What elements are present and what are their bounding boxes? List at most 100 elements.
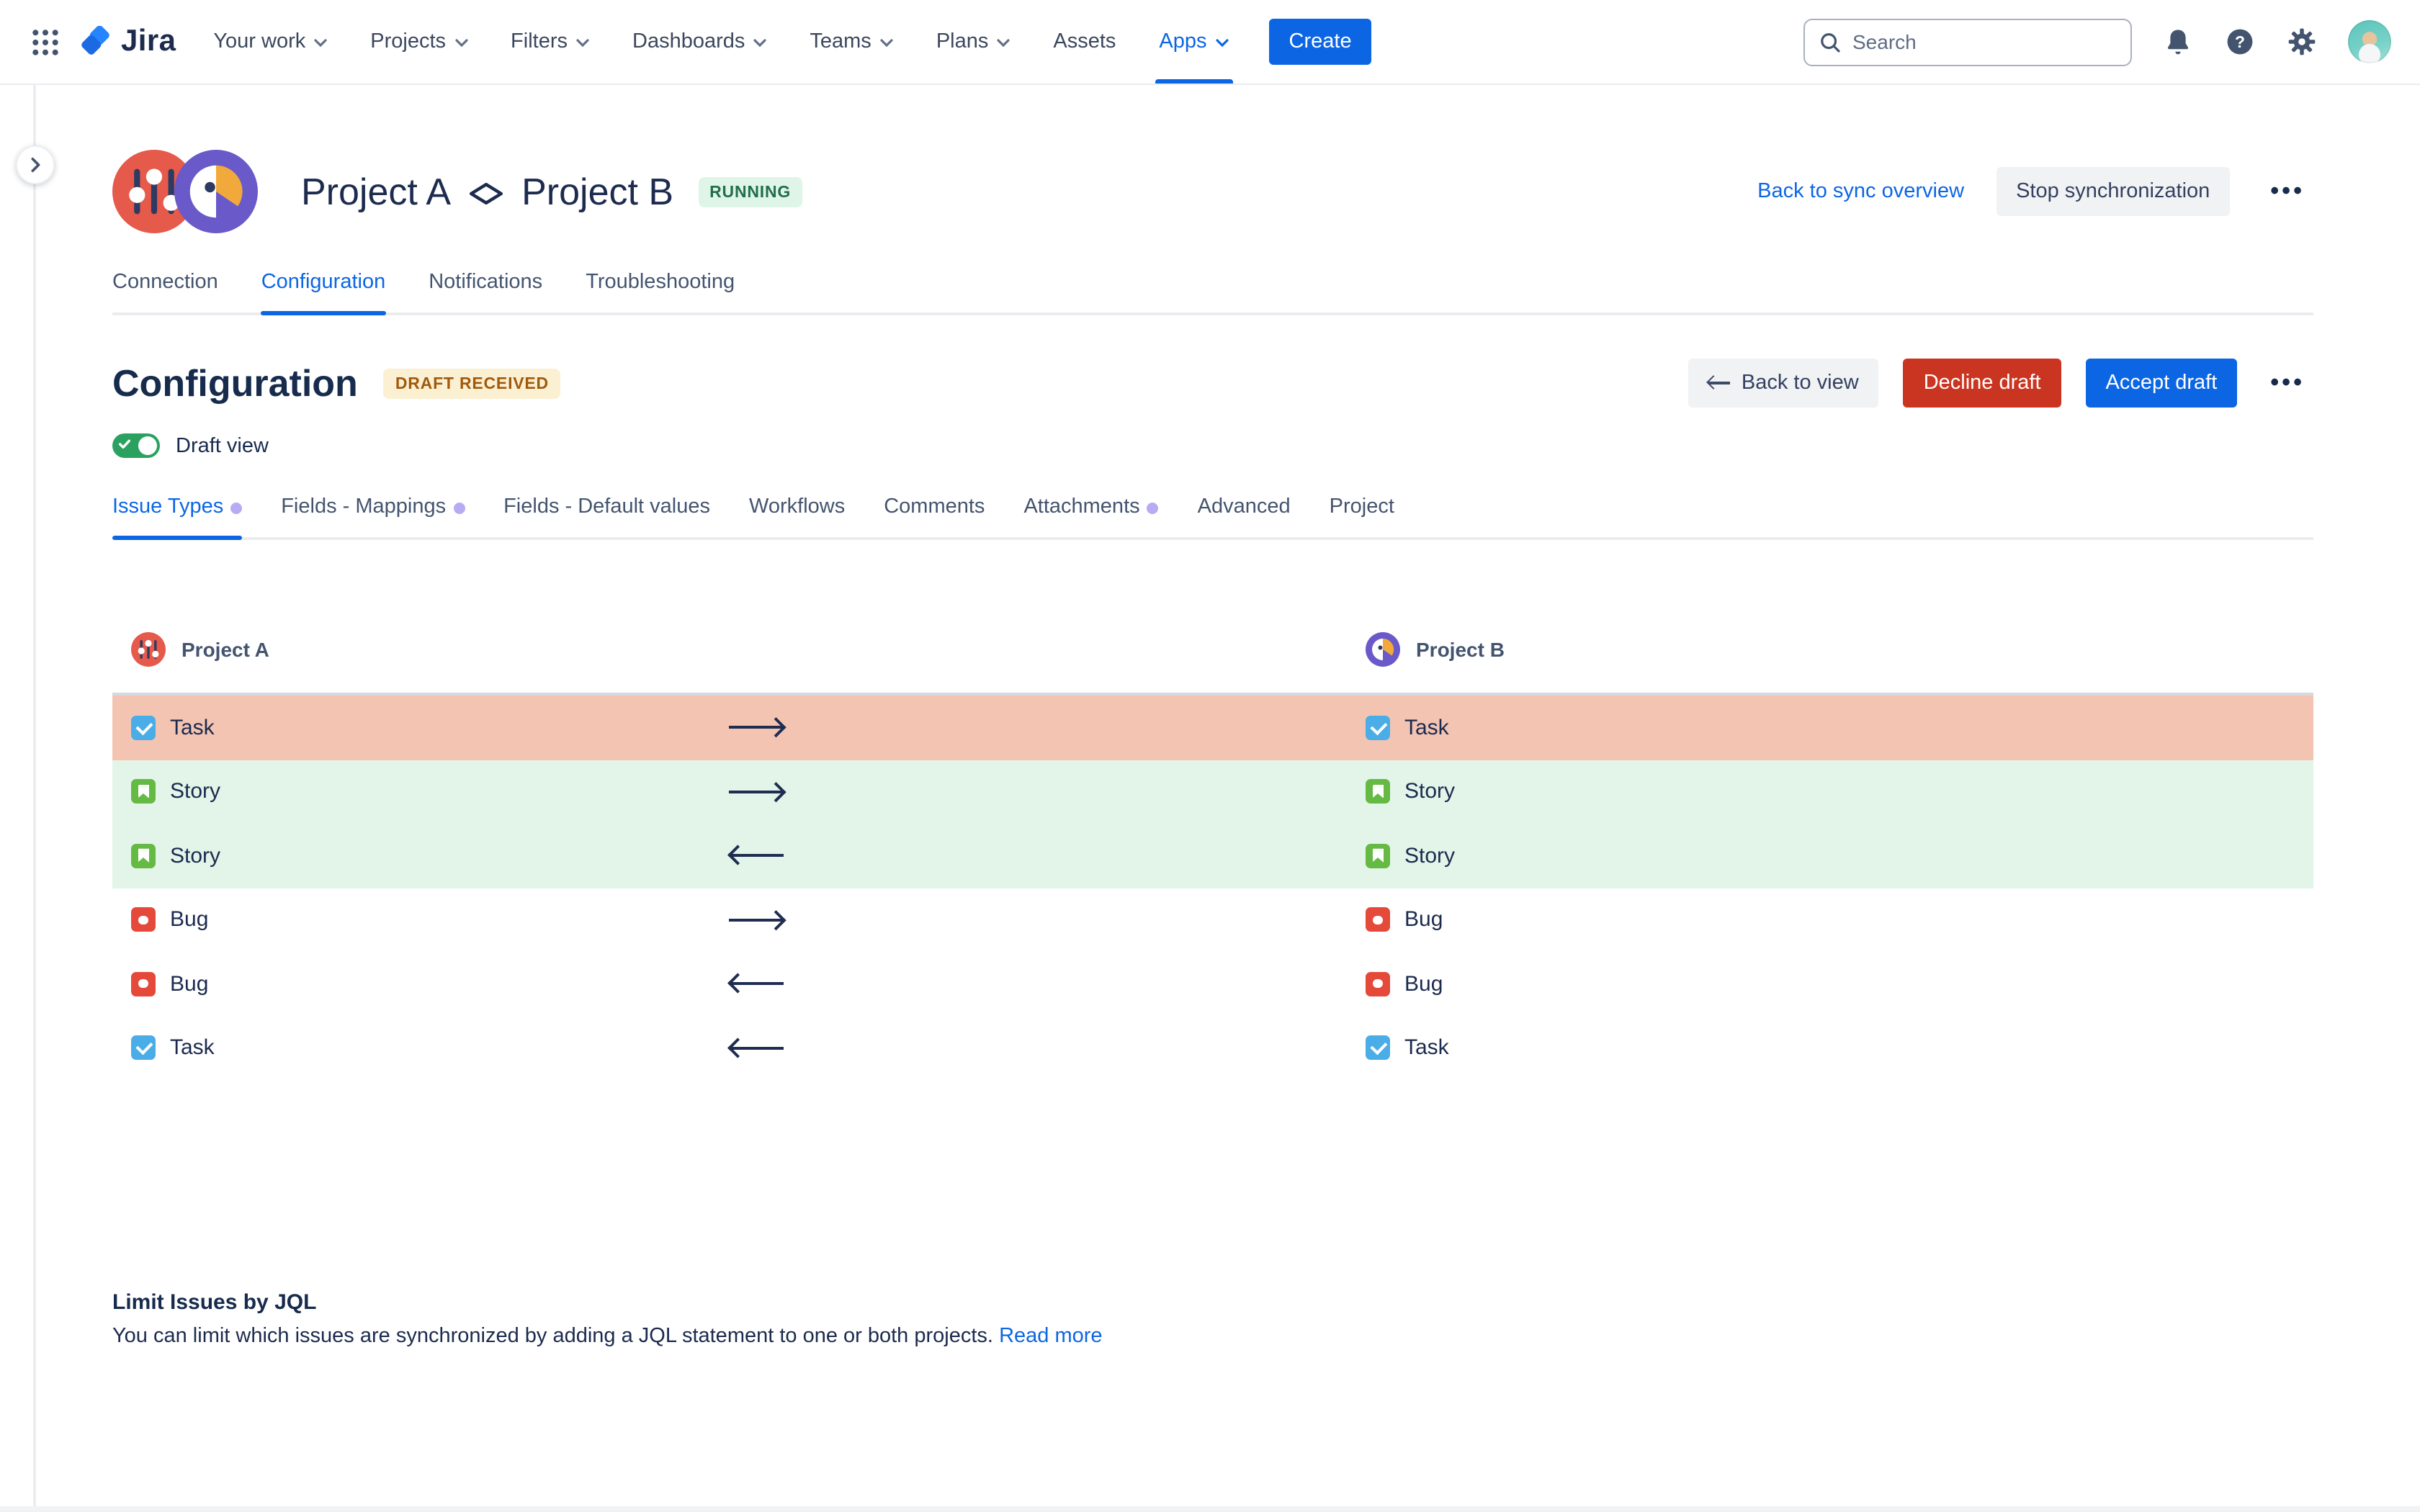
bug-icon — [131, 908, 156, 932]
mapping-row-task[interactable]: Task Task — [112, 1016, 2313, 1080]
subtab-fields-mappings[interactable]: Fields - Mappings — [281, 495, 465, 537]
sync-header: Project A Project B RUNNING Back to sync… — [112, 150, 2313, 233]
bug-icon — [1366, 972, 1390, 996]
sync-direction-arrow — [729, 976, 786, 993]
task-icon — [1366, 1036, 1390, 1061]
mapping-rows: Task Task Story Story Story Story Bug — [112, 693, 2313, 1080]
draft-view-toggle[interactable] — [112, 433, 160, 458]
back-to-view-button[interactable]: Back to view — [1688, 359, 1879, 408]
sync-direction-arrow — [729, 847, 786, 865]
draft-view-toggle-row: Draft view — [112, 433, 2313, 458]
page-title: Project A Project B — [301, 169, 673, 214]
nav-item-projects[interactable]: Projects — [370, 0, 467, 84]
app-switcher-grid-icon[interactable] — [32, 28, 59, 55]
subtab-advanced[interactable]: Advanced — [1198, 495, 1291, 537]
subtab-workflows[interactable]: Workflows — [749, 495, 845, 537]
status-badge-running: RUNNING — [698, 176, 802, 207]
mapping-row-bug[interactable]: Bug Bug — [112, 952, 2313, 1016]
jira-logo[interactable]: Jira — [79, 24, 176, 59]
project-b-avatar — [174, 150, 258, 233]
read-more-link[interactable]: Read more — [999, 1325, 1102, 1348]
chevron-right-icon — [27, 157, 43, 173]
task-icon — [131, 716, 156, 740]
stop-synchronization-button[interactable]: Stop synchronization — [1996, 167, 2230, 216]
nav-item-apps[interactable]: Apps — [1159, 0, 1228, 84]
svg-text:?: ? — [2235, 32, 2245, 51]
bug-icon — [131, 972, 156, 996]
change-indicator-dot — [1147, 502, 1159, 513]
sync-more-actions-button[interactable]: ••• — [2262, 171, 2313, 212]
arrow-left-icon — [1708, 382, 1730, 384]
settings-gear-icon[interactable] — [2286, 26, 2318, 58]
main-menu: Your work Projects Filters Dashboards Te… — [213, 0, 1228, 84]
search-input[interactable] — [1852, 30, 2116, 53]
mapping-table-header: Project A Project B — [112, 632, 2313, 693]
draft-view-label: Draft view — [176, 434, 269, 457]
project-a-icon — [131, 632, 166, 667]
subtab-project[interactable]: Project — [1330, 495, 1394, 537]
nav-item-assets[interactable]: Assets — [1053, 0, 1116, 84]
notifications-bell-icon[interactable] — [2162, 26, 2194, 58]
sync-direction-arrow — [729, 1040, 786, 1057]
jira-sync-configuration-page: Jira Your work Projects Filters Dashboar… — [0, 0, 2420, 1512]
user-avatar[interactable] — [2348, 20, 2391, 63]
mapping-row-story[interactable]: Story Story — [112, 824, 2313, 888]
story-icon — [131, 780, 156, 804]
nav-item-your-work[interactable]: Your work — [213, 0, 327, 84]
top-navigation: Jira Your work Projects Filters Dashboar… — [0, 0, 2420, 85]
mapping-row-bug[interactable]: Bug Bug — [112, 888, 2313, 952]
tab-configuration[interactable]: Configuration — [261, 271, 386, 312]
nav-item-filters[interactable]: Filters — [511, 0, 589, 84]
expand-sidebar-button[interactable] — [16, 145, 55, 184]
chevron-down-icon — [753, 39, 766, 48]
accept-draft-button[interactable]: Accept draft — [2086, 359, 2238, 408]
change-indicator-dot — [230, 502, 242, 513]
sidebar-divider — [33, 85, 36, 1512]
chevron-down-icon — [576, 39, 589, 48]
jql-description: You can limit which issues are synchroni… — [112, 1325, 2313, 1348]
change-indicator-dot — [453, 502, 465, 513]
jql-heading: Limit Issues by JQL — [112, 1290, 2313, 1315]
story-icon — [1366, 844, 1390, 868]
back-to-sync-overview-link[interactable]: Back to sync overview — [1757, 180, 1964, 203]
decline-draft-button[interactable]: Decline draft — [1904, 359, 2061, 408]
toggle-knob — [138, 436, 157, 455]
configuration-subtabs: Issue Types Fields - Mappings Fields - D… — [112, 495, 2313, 540]
mapping-row-story[interactable]: Story Story — [112, 760, 2313, 824]
jira-logo-text: Jira — [121, 24, 176, 59]
chevron-down-icon — [314, 39, 327, 48]
bottom-edge — [0, 1506, 2420, 1512]
main-content: Project A Project B RUNNING Back to sync… — [112, 85, 2313, 1348]
task-icon — [1366, 716, 1390, 740]
create-button[interactable]: Create — [1269, 19, 1372, 65]
tab-troubleshooting[interactable]: Troubleshooting — [586, 271, 735, 312]
subtab-fields-default-values[interactable]: Fields - Default values — [503, 495, 710, 537]
story-icon — [1366, 780, 1390, 804]
sync-direction-arrow — [729, 719, 786, 737]
nav-item-plans[interactable]: Plans — [936, 0, 1010, 84]
configuration-heading: Configuration — [112, 361, 358, 405]
mapping-row-task[interactable]: Task Task — [112, 696, 2313, 760]
configuration-more-actions-button[interactable]: ••• — [2262, 363, 2313, 403]
subtab-issue-types[interactable]: Issue Types — [112, 495, 242, 537]
configuration-header: Configuration DRAFT RECEIVED Back to vie… — [112, 359, 2313, 408]
tab-notifications[interactable]: Notifications — [429, 271, 542, 312]
chevron-down-icon — [1216, 39, 1229, 48]
nav-item-dashboards[interactable]: Dashboards — [632, 0, 766, 84]
nav-item-teams[interactable]: Teams — [810, 0, 892, 84]
diamond-connection-icon — [468, 181, 504, 206]
check-icon — [118, 438, 131, 451]
subtab-attachments[interactable]: Attachments — [1023, 495, 1158, 537]
subtab-comments[interactable]: Comments — [884, 495, 985, 537]
draft-received-badge: DRAFT RECEIVED — [384, 368, 560, 398]
chevron-down-icon — [454, 39, 467, 48]
project-avatars — [112, 150, 258, 233]
primary-tabs: Connection Configuration Notifications T… — [112, 271, 2313, 315]
help-icon[interactable]: ? — [2224, 26, 2256, 58]
search-box[interactable] — [1803, 18, 2132, 66]
search-icon — [1819, 31, 1841, 53]
story-icon — [131, 844, 156, 868]
sync-direction-arrow — [729, 783, 786, 801]
issue-type-mapping-table: Project A Project B Task Task — [112, 632, 2313, 1080]
tab-connection[interactable]: Connection — [112, 271, 218, 312]
